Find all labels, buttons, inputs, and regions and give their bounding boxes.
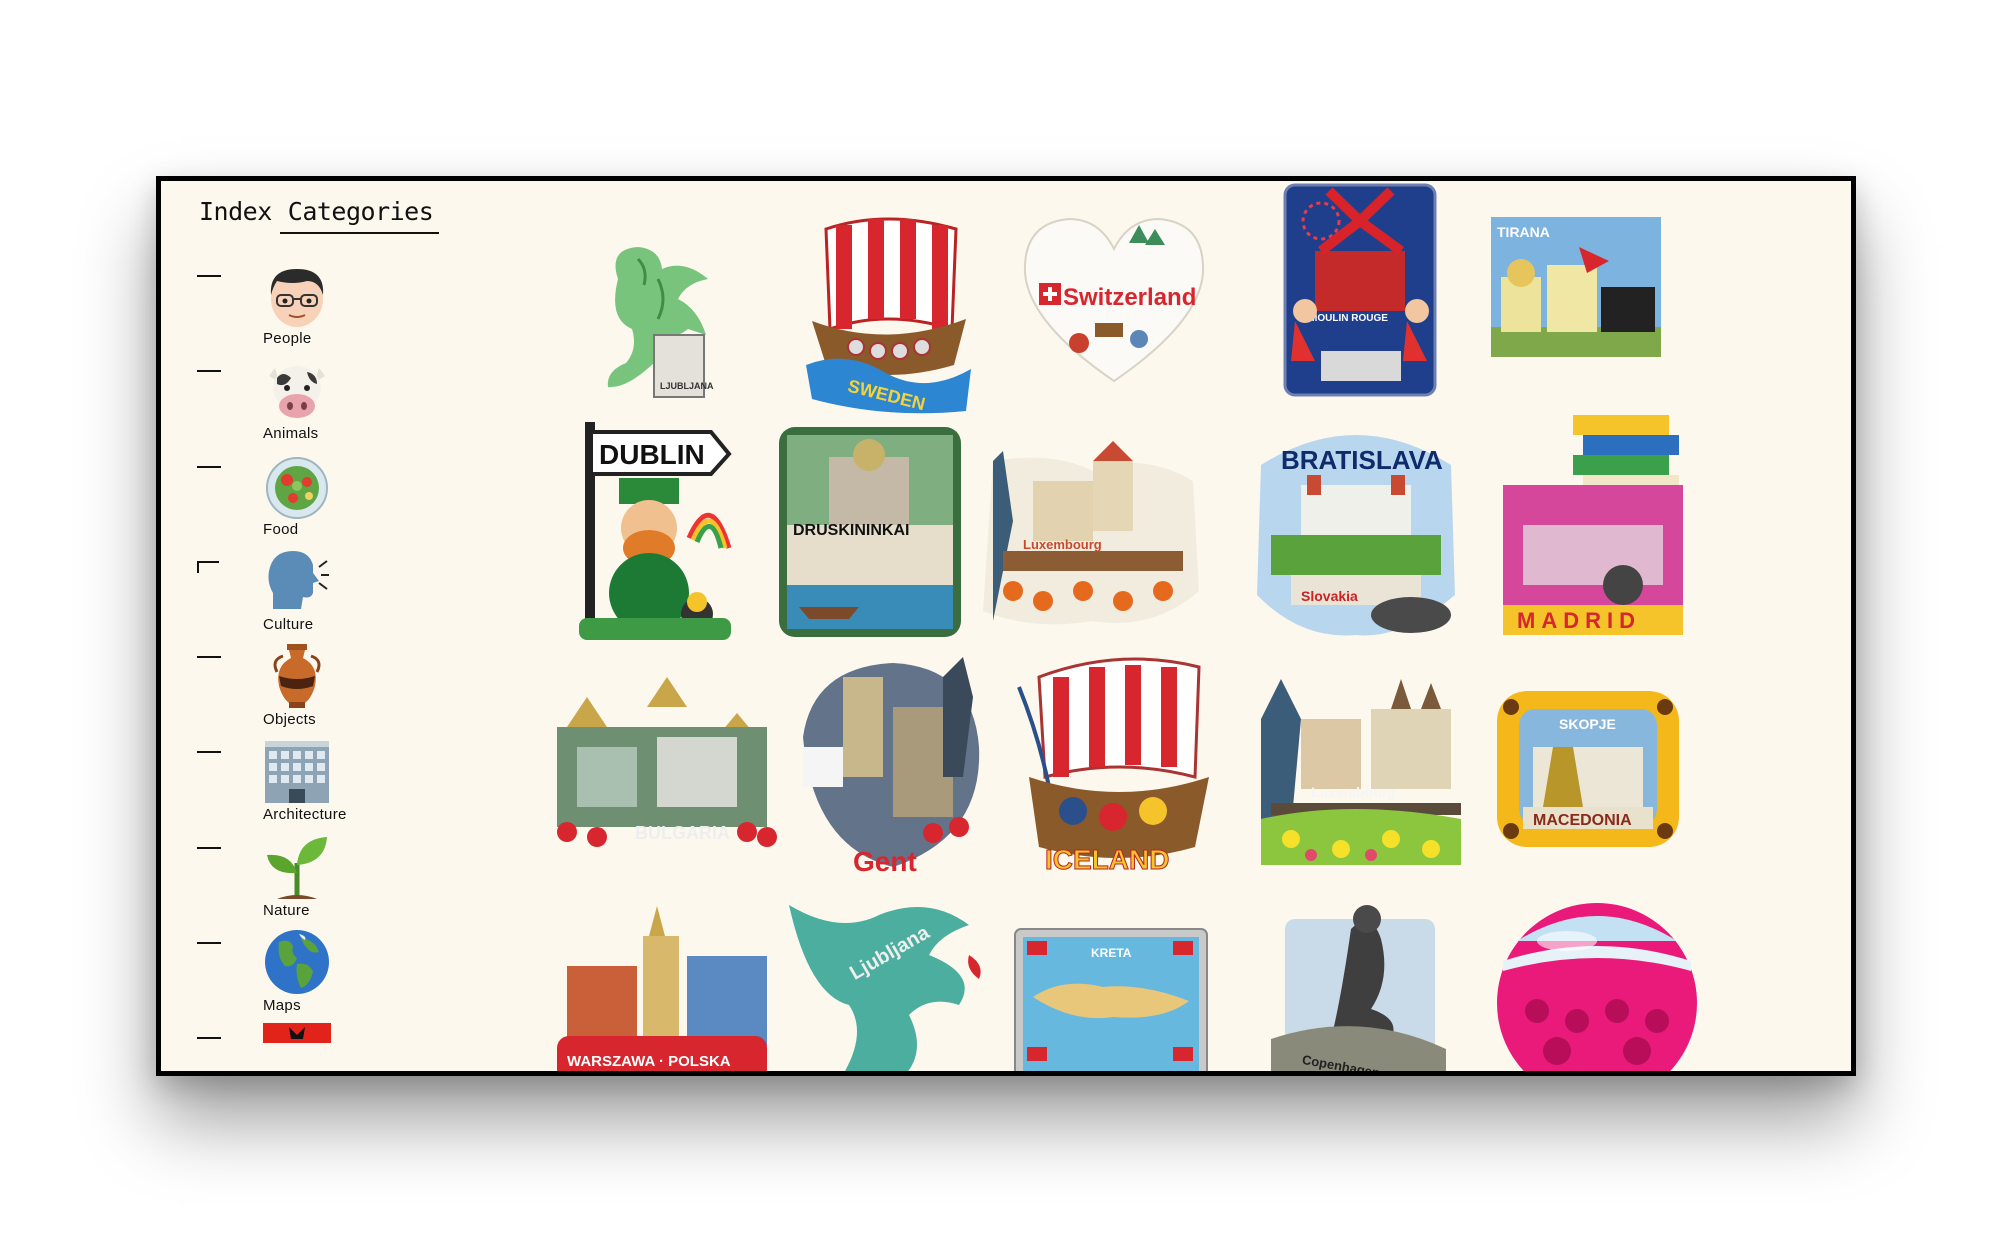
category-flags[interactable] [197,1023,437,1071]
svg-text:MACEDONIA: MACEDONIA [1533,812,1632,829]
tab-categories[interactable]: Categories [279,193,440,234]
magnet-ljubljana-dragon[interactable]: LJUBLJANA [588,239,723,404]
svg-text:DUBLIN: DUBLIN [599,439,705,470]
svg-text:Luxembourg: Luxembourg [1311,784,1396,800]
svg-text:BRATISLAVA: BRATISLAVA [1281,445,1443,475]
globe-emoji-icon [265,930,329,995]
category-label: Maps [263,997,301,1015]
svg-text:MOULIN ROUGE: MOULIN ROUGE [1309,313,1388,324]
category-list: People Animals Food Culture Objects Arch… [197,261,437,1071]
magnet-gent[interactable]: Gent [793,657,988,882]
category-label: Food [263,520,299,538]
magnet-copenhagen-mermaid[interactable]: Copenhagen [1271,889,1446,1071]
magnet-ljubljana-dragon-2[interactable]: Ljubljana [779,895,989,1071]
category-label: Objects [263,711,316,729]
svg-text:ICELAND: ICELAND [1045,844,1169,875]
magnet-luxembourg-2[interactable]: Luxembourg [1251,679,1466,869]
category-label: Animals [263,425,319,443]
category-label: Architecture [263,806,347,824]
svg-text:SKOPJE: SKOPJE [1559,716,1616,732]
selected-marker [197,560,219,573]
magnet-skopje[interactable]: SKOPJE MACEDONIA [1493,687,1683,852]
category-label: Culture [263,615,314,633]
seedling-emoji-icon [267,836,327,899]
magnet-druskininkai[interactable]: DRUSKININKAI [779,427,961,637]
magnet-switzerland-heart[interactable]: Switzerland [1019,213,1209,383]
magnet-kreta-map[interactable]: KRETA [1013,927,1209,1071]
svg-text:Gent: Gent [853,846,917,877]
magnet-tirana[interactable]: TIRANA [1491,217,1661,357]
category-label: People [263,330,312,347]
svg-text:WARSZAWA · POLSKA: WARSZAWA · POLSKA [567,1053,731,1070]
svg-text:DRUSKININKAI: DRUSKININKAI [793,522,909,539]
dash-marker [197,751,221,754]
category-nature[interactable]: Nature [197,833,437,928]
category-animals[interactable]: Animals [197,356,437,451]
magnet-bulgaria[interactable]: BULGARIA [547,677,777,852]
dash-marker [197,275,221,277]
svg-text:Luxembourg: Luxembourg [1023,537,1102,552]
tab-index[interactable]: Index [191,193,280,234]
svg-text:MADRID: MADRID [1517,608,1641,633]
magnet-iceland-ship[interactable]: ICELAND [1009,647,1219,882]
flag-emoji-icon [263,1023,331,1044]
magnet-madrid[interactable]: MADRID [1503,415,1693,640]
magnet-bratislava[interactable]: BRATISLAVA Slovakia [1251,425,1461,640]
dash-marker [197,1037,221,1040]
category-people[interactable]: People [197,261,437,356]
category-food[interactable]: Food [197,452,437,547]
dash-marker [197,942,221,945]
svg-text:TIRANA: TIRANA [1497,224,1550,240]
app-window: Index Categories People Animals Food Cul… [156,176,1856,1076]
magnet-warszawa[interactable]: WARSZAWA · POLSKA [547,906,777,1071]
magnet-moulin-rouge[interactable]: MOULIN ROUGE [1281,181,1441,403]
svg-text:Switzerland: Switzerland [1063,284,1196,311]
svg-text:BULGARIA: BULGARIA [635,823,730,843]
svg-text:KRETA: KRETA [1091,946,1132,960]
person-emoji-icon [270,269,324,327]
salad-emoji-icon [266,456,328,519]
category-label: Nature [263,901,310,919]
top-nav: Index Categories [191,193,440,234]
svg-text:Slovakia: Slovakia [1301,588,1358,604]
dash-marker [197,465,221,468]
svg-text:LJUBLJANA: LJUBLJANA [660,381,714,391]
magnet-dublin-leprechaun[interactable]: DUBLIN [579,418,732,643]
magnet-tulip-dome[interactable] [1497,901,1697,1071]
category-objects[interactable]: Objects [197,642,437,737]
magnet-luxembourg-1[interactable]: Luxembourg [973,441,1203,636]
cow-emoji-icon [269,366,325,419]
category-maps[interactable]: Maps [197,928,437,1023]
speaking-head-emoji-icon [268,550,329,609]
category-architecture[interactable]: Architecture [197,737,437,832]
magnet-sweden-ship[interactable]: SWEDEN [806,189,971,414]
office-building-emoji-icon [265,741,329,804]
amphora-emoji-icon [273,644,321,709]
dash-marker [197,656,221,659]
dash-marker [197,370,221,373]
dash-marker [197,846,221,849]
category-culture[interactable]: Culture [197,547,437,642]
